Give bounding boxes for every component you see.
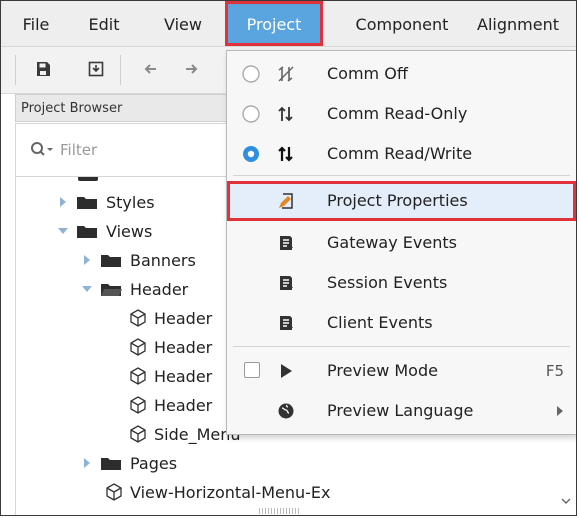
folder-icon — [77, 197, 97, 209]
view-cube-icon — [130, 367, 146, 385]
menu-item-comm-read-only[interactable]: Comm Read-Only — [227, 94, 576, 134]
menu-item-project-properties[interactable]: Project Properties — [227, 181, 576, 221]
tree-node-view[interactable]: Header — [128, 392, 212, 418]
filter-box — [15, 123, 245, 177]
save-icon — [37, 62, 50, 76]
menu-item-label: Client Events — [327, 313, 433, 332]
tree-label: Header — [130, 279, 189, 299]
globe-icon — [277, 402, 295, 420]
comm-read-write-icon — [277, 145, 295, 163]
expand-arrow-icon[interactable] — [80, 456, 94, 470]
menu-view[interactable]: View — [153, 1, 213, 46]
tree-node-view[interactable]: Header — [128, 363, 212, 389]
keyboard-shortcut: F5 — [545, 362, 564, 380]
filter-input[interactable] — [60, 138, 220, 162]
script-events-icon — [277, 234, 295, 252]
tree-node-view[interactable]: Side_Menu — [128, 421, 241, 447]
menu-item-client-events[interactable]: Client Events — [227, 303, 576, 343]
scroll-down-icon[interactable] — [561, 481, 571, 516]
view-cube-icon — [130, 338, 146, 356]
folder-icon — [78, 177, 98, 181]
tree-node-view[interactable]: Header — [128, 334, 212, 360]
project-dropdown-menu: Comm Off Comm Read-Only Comm Read/Write … — [226, 50, 576, 435]
project-browser-header: Project Browser — [15, 94, 245, 122]
folder-icon — [77, 226, 97, 238]
menu-item-label: Comm Read-Only — [327, 104, 468, 123]
menu-item-label: Comm Read/Write — [327, 144, 473, 163]
menu-edit[interactable]: Edit — [77, 1, 131, 46]
import-icon — [88, 61, 104, 77]
toolbar-divider — [120, 55, 121, 85]
search-icon[interactable] — [30, 141, 54, 157]
menu-item-comm-off[interactable]: Comm Off — [227, 54, 576, 94]
tree-node-folder[interactable]: Banners — [80, 247, 196, 273]
toolbar-divider — [15, 55, 16, 85]
view-cube-icon — [130, 425, 146, 443]
menu-item-label: Preview Mode — [327, 361, 438, 380]
menubar: File Edit View Project Component Alignme… — [1, 1, 576, 47]
expand-arrow-icon[interactable] — [80, 253, 94, 267]
menu-item-comm-read-write[interactable]: Comm Read/Write — [227, 134, 576, 174]
menu-item-label: Project Properties — [327, 191, 468, 210]
tree-label: Header — [154, 308, 213, 328]
tree-node-folder[interactable]: Pages — [80, 450, 177, 476]
menu-item-gateway-events[interactable]: Gateway Events — [227, 223, 576, 263]
collapse-arrow-icon[interactable] — [80, 282, 94, 296]
tree-node-view[interactable]: View-Horizontal-Menu-Ex — [104, 479, 331, 505]
menu-component[interactable]: Component — [337, 1, 467, 46]
tree-label: Pages — [130, 453, 178, 473]
folder-open-icon — [101, 284, 122, 296]
menu-item-preview-language[interactable]: Preview Language — [227, 391, 576, 431]
tree-node-folder[interactable]: Views — [56, 218, 152, 244]
submenu-arrow-icon — [557, 406, 563, 416]
tree-label: Styles — [106, 192, 155, 212]
undo-button[interactable] — [137, 56, 163, 82]
menu-project[interactable]: Project — [225, 1, 323, 46]
expand-arrow-icon[interactable] — [56, 195, 70, 209]
menu-item-label: Preview Language — [327, 401, 474, 420]
menu-separator — [233, 346, 570, 347]
tree-label: Header — [154, 395, 213, 415]
menu-item-label: Gateway Events — [327, 233, 457, 252]
menu-item-preview-mode[interactable]: Preview Mode F5 — [227, 351, 576, 391]
comm-off-icon — [277, 65, 295, 83]
collapse-arrow-icon[interactable] — [56, 224, 70, 238]
folder-icon — [101, 255, 121, 267]
undo-icon — [144, 64, 156, 74]
tree-label: Views — [106, 221, 153, 241]
view-cube-icon — [130, 309, 146, 327]
redo-button[interactable] — [179, 56, 205, 82]
folder-icon — [101, 458, 121, 470]
project-properties-icon — [277, 192, 295, 210]
designer-window: File Edit View Project Component Alignme… — [0, 0, 577, 516]
radio-button[interactable] — [241, 104, 261, 124]
view-cube-icon — [106, 483, 122, 501]
tree-node-folder[interactable]: Header — [80, 276, 188, 302]
save-button[interactable] — [30, 56, 56, 82]
tree-label: View-Horizontal-Menu-Ex — [130, 482, 331, 502]
radio-button-selected[interactable] — [241, 144, 261, 164]
comm-read-only-icon — [277, 105, 295, 123]
menu-file[interactable]: File — [15, 1, 57, 46]
menu-separator — [233, 175, 570, 176]
menu-item-label: Comm Off — [327, 64, 408, 83]
play-icon — [277, 362, 295, 380]
menu-alignment[interactable]: Alignment — [477, 1, 576, 46]
checkbox[interactable] — [244, 362, 260, 378]
redo-icon — [186, 64, 198, 74]
tree-node-folder[interactable]: Styles — [56, 189, 155, 215]
tree-label: Header — [154, 337, 213, 357]
radio-button[interactable] — [241, 64, 261, 84]
resize-grip[interactable] — [259, 508, 299, 514]
import-button[interactable] — [83, 56, 109, 82]
tree-label: Banners — [130, 250, 196, 270]
script-events-icon — [277, 274, 295, 292]
tree-label: Header — [154, 366, 213, 386]
view-cube-icon — [130, 396, 146, 414]
menu-item-session-events[interactable]: Session Events — [227, 263, 576, 303]
script-events-icon — [277, 314, 295, 332]
menu-item-label: Session Events — [327, 273, 448, 292]
tree-node-view[interactable]: Header — [128, 305, 212, 331]
